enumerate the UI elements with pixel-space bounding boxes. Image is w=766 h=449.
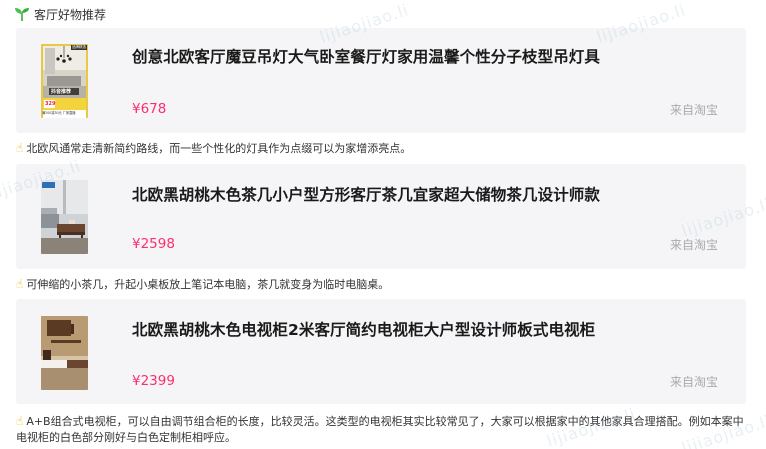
product-card-1[interactable]: 品牌精选 抖音推荐 329 满200减30元 厂家直播 创意北欧客厅魔豆吊灯大气… — [16, 28, 746, 133]
pointing-hand-icon: ☝ — [16, 414, 24, 428]
tip-2: ☝ 可伸缩的小茶几，升起小桌板放上笔记本电脑，茶几就变身为临时电脑桌。 — [16, 276, 748, 293]
product-source: 来自淘宝 — [669, 103, 718, 117]
pointing-hand-icon: ☝ — [16, 277, 24, 291]
tip-text: 北欧风通常走清新简约路线，而一些个性化的灯具作为点缀可以为家增添亮点。 — [26, 142, 412, 155]
section-title: 客厅好物推荐 — [34, 7, 107, 22]
product-source: 来自淘宝 — [669, 238, 718, 252]
product-image[interactable]: 品牌精选 抖音推荐 329 满200减30元 厂家直播 — [41, 44, 88, 118]
tip-1: ☝ 北欧风通常走清新简约路线，而一些个性化的灯具作为点缀可以为家增添亮点。 — [16, 140, 748, 157]
product-source: 来自淘宝 — [669, 375, 718, 389]
section-header: 客厅好物推荐 — [14, 5, 106, 23]
product-price: ¥2399 — [132, 373, 175, 389]
pointing-hand-icon: ☝ — [16, 141, 24, 155]
thumb-badge: 品牌精选 — [71, 45, 87, 50]
product-name[interactable]: 北欧黑胡桃木色茶几小户型方形客厅茶几宜家超大储物茶几设计师款 — [132, 183, 600, 205]
tip-text: 可伸缩的小茶几，升起小桌板放上笔记本电脑，茶几就变身为临时电脑桌。 — [26, 278, 390, 291]
product-image[interactable] — [41, 316, 88, 390]
thumb-footer: 满200减30元 厂家直播 — [42, 111, 76, 115]
product-card-2[interactable]: 北欧黑胡桃木色茶几小户型方形客厅茶几宜家超大储物茶几设计师款 ¥2598 来自淘… — [16, 164, 746, 269]
product-card-3[interactable]: 北欧黑胡桃木色电视柜2米客厅简约电视柜大户型设计师板式电视柜 ¥2399 来自淘… — [16, 299, 746, 404]
product-price: ¥2598 — [132, 236, 175, 252]
tip-text: A+B组合式电视柜，可以自由调节组合柜的长度，比较灵活。这类型的电视柜其实比较常… — [16, 415, 744, 444]
product-image[interactable] — [41, 180, 88, 254]
product-name[interactable]: 创意北欧客厅魔豆吊灯大气卧室餐厅灯家用温馨个性分子枝型吊灯具 — [132, 45, 600, 67]
product-price: ¥678 — [132, 101, 167, 117]
thumb-price: 329 — [45, 101, 56, 107]
product-name[interactable]: 北欧黑胡桃木色电视柜2米客厅简约电视柜大户型设计师板式电视柜 — [132, 318, 595, 340]
sprout-icon — [15, 8, 29, 21]
thumb-overlay: 抖音推荐 — [51, 89, 72, 95]
tip-3: ☝ A+B组合式电视柜，可以自由调节组合柜的长度，比较灵活。这类型的电视柜其实比较… — [16, 413, 748, 446]
